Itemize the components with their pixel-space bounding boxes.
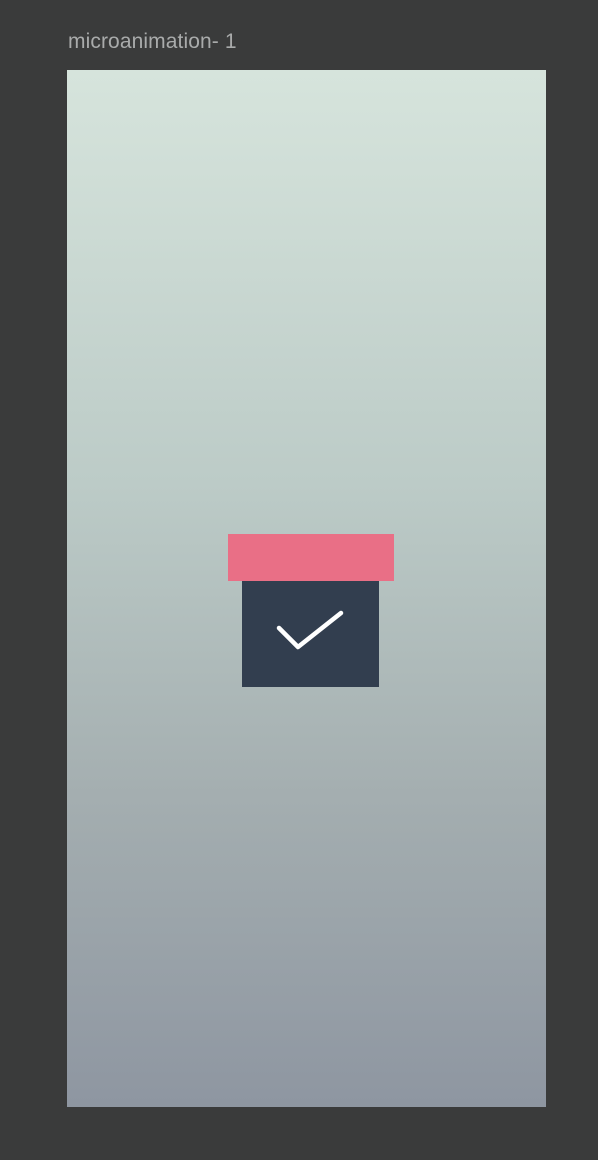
box-body bbox=[242, 581, 379, 687]
frame-title: microanimation- 1 bbox=[68, 30, 237, 53]
artboard-frame[interactable] bbox=[67, 70, 546, 1107]
box-lid bbox=[228, 534, 394, 581]
checkmark-stroke bbox=[276, 610, 344, 650]
checkmark-icon bbox=[276, 610, 344, 650]
